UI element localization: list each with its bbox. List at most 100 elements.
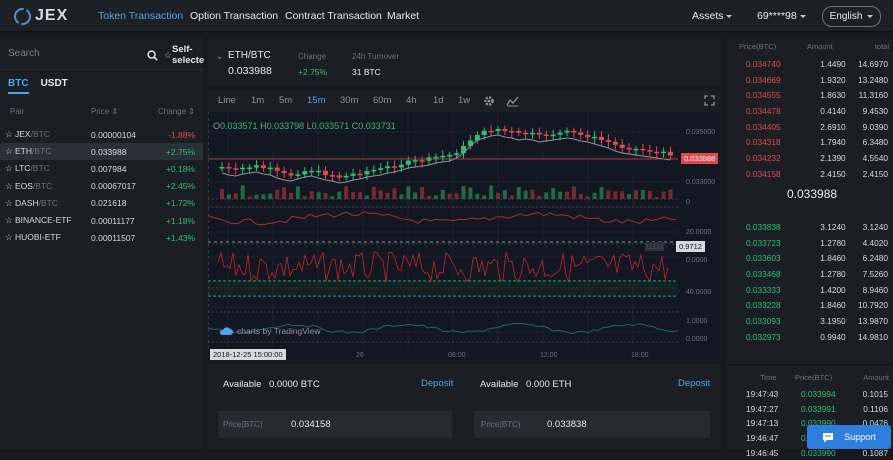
- star-toggle-icon[interactable]: ☆: [164, 50, 172, 62]
- ask-row[interactable]: 0.034669 1.9320 13.2480: [726, 72, 893, 88]
- tab-btc[interactable]: BTC: [8, 78, 29, 94]
- nav-contract-transaction[interactable]: Contract Transaction: [285, 10, 382, 22]
- chart-canvas[interactable]: 0.0350000.0340000.033000020.00000.000040…: [207, 112, 720, 360]
- bid-total: 7.5260: [862, 268, 888, 279]
- jex-logo[interactable]: JEX: [14, 7, 68, 25]
- search-icon[interactable]: [147, 50, 158, 61]
- interval-4h[interactable]: 4h: [406, 95, 417, 106]
- logo-text: JEX: [35, 7, 69, 24]
- candle-body: [598, 136, 605, 140]
- gear-icon[interactable]: [483, 95, 495, 107]
- tradingview-watermark[interactable]: charts by TradingView: [219, 326, 320, 336]
- bid-row[interactable]: 0.033333 1.4200 8.9460: [726, 282, 893, 298]
- interval-30m[interactable]: 30m: [340, 95, 358, 106]
- volume-bar: [447, 193, 452, 199]
- header-change[interactable]: Change ⇕: [158, 107, 195, 116]
- header-price[interactable]: Price ⇕: [91, 107, 118, 116]
- fullscreen-icon[interactable]: [704, 95, 715, 106]
- trade-time: 19:47:13: [746, 418, 779, 429]
- pair-row[interactable]: ☆ EOS/BTC 0.00067017 +2.45%: [0, 178, 203, 195]
- last-price-tag: 0.033988: [681, 153, 719, 164]
- interval-60m[interactable]: 60m: [373, 95, 391, 106]
- ask-row[interactable]: 0.034555 1.8630 11.3160: [726, 87, 893, 103]
- star-icon[interactable]: ☆: [5, 163, 15, 173]
- search-input[interactable]: Search: [8, 48, 40, 59]
- nav-option-transaction[interactable]: Option Transaction: [190, 10, 278, 22]
- nav-token-transaction[interactable]: Token Transaction: [98, 10, 183, 22]
- buy-price-label: Price(BTC): [223, 420, 263, 429]
- user-menu[interactable]: 69****98: [757, 10, 806, 22]
- interval-1w[interactable]: 1w: [458, 95, 470, 106]
- interval-15m[interactable]: 15m: [307, 95, 325, 106]
- ask-row[interactable]: 0.034318 1.7940 6.3480: [726, 135, 893, 151]
- bid-row[interactable]: 0.033468 1.2780 7.5260: [726, 266, 893, 282]
- ticker-pair[interactable]: ETH/BTC: [228, 50, 271, 61]
- candle-body: [329, 175, 335, 177]
- trade-price: 0.033994: [801, 388, 836, 399]
- interval-line[interactable]: Line: [218, 95, 236, 106]
- interval-1d[interactable]: 1d: [433, 95, 444, 106]
- indicator-value-tag: 0.9712: [676, 241, 705, 252]
- candle-body: [578, 132, 584, 135]
- bid-price: 0.033468: [746, 268, 781, 279]
- pair-row[interactable]: ☆ JEX/BTC 0.00000104 -1.88%: [0, 126, 203, 143]
- ask-row[interactable]: 0.034740 1.4490 14.6970: [726, 56, 893, 72]
- interval-1m[interactable]: 1m: [251, 95, 264, 106]
- axis-label: 0.0000: [686, 257, 708, 264]
- candle-body: [619, 144, 625, 148]
- indicators-icon[interactable]: [506, 95, 519, 107]
- pair-row[interactable]: ☆ BINANCE-ETF 0.00011177 +1.18%: [0, 212, 203, 229]
- ask-amount: 1.9320: [820, 74, 846, 85]
- bid-row[interactable]: 0.033838 3.1240 3.1240: [726, 219, 893, 235]
- volume-bar: [316, 192, 321, 199]
- volume-bar: [337, 191, 342, 199]
- pair-row[interactable]: ☆ ETH/BTC 0.033988 +2.75%: [0, 143, 203, 161]
- buy-price-input[interactable]: Price(BTC) 0.034158: [218, 411, 452, 438]
- price-chart[interactable]: 0.0350000.0340000.033000020.00000.000040…: [207, 112, 720, 360]
- volume-bar: [606, 190, 611, 199]
- bid-row[interactable]: 0.033723 1.2780 4.4020: [726, 235, 893, 251]
- language-select[interactable]: English: [822, 6, 881, 27]
- volume-bar: [661, 191, 666, 199]
- header-pair[interactable]: Pair: [10, 107, 24, 116]
- star-icon[interactable]: ☆: [5, 129, 15, 139]
- bid-row[interactable]: 0.033603 1.8460 6.2480: [726, 250, 893, 266]
- ask-row[interactable]: 0.034478 0.4140 9.4530: [726, 103, 893, 119]
- trade-amount: 0.1106: [863, 403, 888, 414]
- volume-bar: [578, 194, 583, 199]
- assets-menu[interactable]: Assets: [692, 10, 733, 22]
- chat-icon: [823, 432, 834, 442]
- self-selected-toggle[interactable]: Self-selecte: [172, 44, 209, 66]
- orderbook-header: Price(BTC) Amount total: [726, 42, 893, 54]
- buy-deposit-link[interactable]: Deposit: [421, 378, 453, 389]
- volume-bar: [282, 187, 287, 199]
- star-icon[interactable]: ☆: [5, 146, 15, 156]
- bid-row[interactable]: 0.032973 0.9940 14.9810: [726, 329, 893, 345]
- tab-usdt[interactable]: USDT: [41, 78, 68, 94]
- support-label: Support: [844, 432, 876, 442]
- star-icon[interactable]: ☆: [5, 198, 15, 208]
- nav-market[interactable]: Market: [387, 10, 419, 22]
- sell-deposit-link[interactable]: Deposit: [678, 378, 710, 389]
- pair-quote: /BTC: [38, 197, 58, 208]
- bid-row[interactable]: 0.033228 1.8460 10.7920: [726, 298, 893, 314]
- ask-row[interactable]: 0.034232 2.1390 4.5540: [726, 150, 893, 166]
- volume-bar: [295, 186, 300, 199]
- ask-row[interactable]: 0.034405 2.6910 9.0390: [726, 119, 893, 135]
- bid-row[interactable]: 0.033093 3.1950 13.9870: [726, 313, 893, 329]
- pair-row[interactable]: ☆ DASH/BTC 0.021618 +1.72%: [0, 195, 203, 212]
- pair-base: EOS: [14, 180, 33, 191]
- pair-row[interactable]: ☆ LTC/BTC 0.007984 +0.18%: [0, 160, 203, 177]
- star-icon[interactable]: ☆: [5, 232, 15, 242]
- pair-row[interactable]: ☆ HUOBI-ETF 0.00011507 +1.43%: [0, 229, 203, 246]
- sell-price-input[interactable]: Price(BTC) 0.033838: [474, 411, 710, 438]
- star-icon[interactable]: ☆: [5, 215, 15, 225]
- ask-row[interactable]: 0.034158 2.4150 2.4150: [726, 166, 893, 182]
- chevron-down-icon[interactable]: ⌄: [216, 51, 224, 62]
- candle-body: [495, 128, 501, 131]
- support-button[interactable]: Support: [807, 425, 891, 449]
- star-icon[interactable]: ☆: [5, 181, 15, 191]
- ask-amount: 2.6910: [820, 121, 846, 132]
- pair-price: 0.00011507: [91, 232, 136, 243]
- interval-5m[interactable]: 5m: [279, 95, 292, 106]
